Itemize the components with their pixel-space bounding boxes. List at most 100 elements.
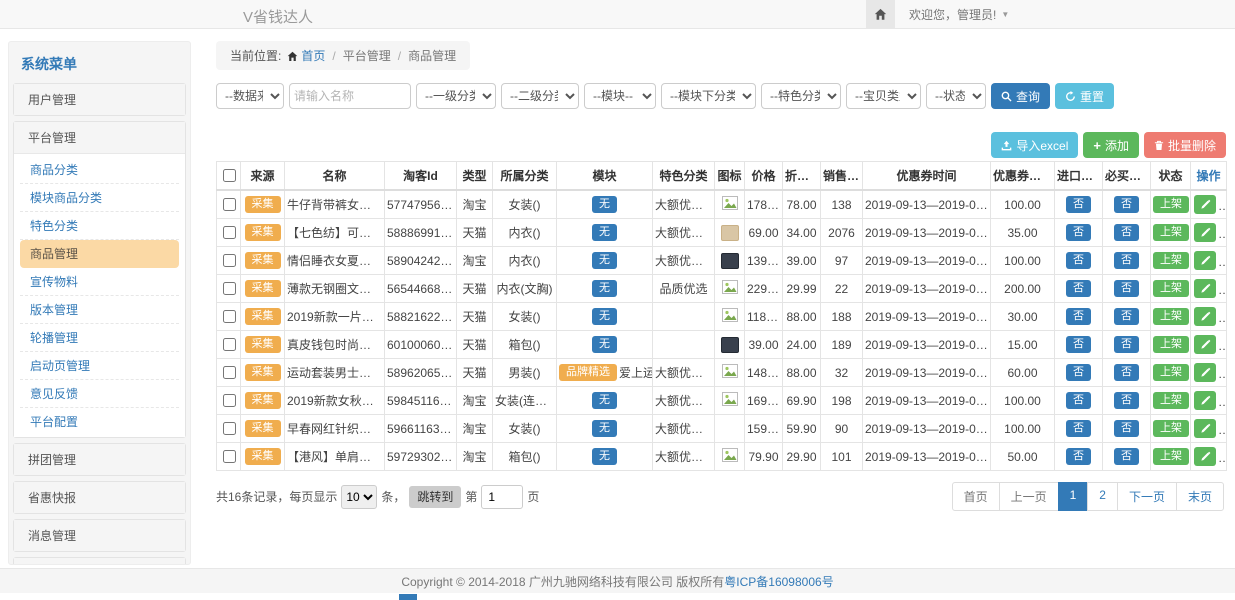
filter-select[interactable]: --宝贝类型-- (846, 83, 921, 109)
select-all-checkbox[interactable] (223, 169, 236, 182)
status-badge[interactable]: 上架 (1153, 420, 1189, 437)
jump-page-input[interactable] (481, 485, 523, 509)
must-buy-toggle[interactable]: 否 (1114, 280, 1139, 297)
must-buy-toggle[interactable]: 否 (1114, 252, 1139, 269)
breadcrumb-home-link[interactable]: 首页 (301, 49, 325, 63)
sidebar-item[interactable]: 意见反馈 (20, 380, 179, 408)
status-badge[interactable]: 上架 (1153, 364, 1189, 381)
sidebar-group-header[interactable]: 消息管理 (14, 520, 185, 551)
must-buy-toggle[interactable]: 否 (1114, 364, 1139, 381)
must-buy-toggle[interactable]: 否 (1114, 336, 1139, 353)
import-select-toggle[interactable]: 否 (1066, 420, 1091, 437)
sidebar-group-header[interactable]: 订单管理 (14, 558, 185, 565)
edit-button[interactable] (1194, 419, 1216, 438)
breadcrumb-item-platform[interactable]: 平台管理 (343, 49, 391, 63)
jump-button[interactable]: 跳转到 (409, 486, 461, 508)
sidebar-item[interactable]: 启动页管理 (20, 352, 179, 380)
row-checkbox[interactable] (223, 394, 236, 407)
module-badge[interactable]: 无 (592, 196, 617, 213)
row-checkbox[interactable] (223, 422, 236, 435)
row-checkbox[interactable] (223, 282, 236, 295)
module-badge[interactable]: 无 (592, 392, 617, 409)
module-badge[interactable]: 无 (592, 420, 617, 437)
icp-link[interactable]: 粤ICP备16098006号 (724, 573, 833, 590)
filter-select[interactable]: --模块下分类-- (661, 83, 756, 109)
sidebar-group-header[interactable]: 省惠快报 (14, 482, 185, 513)
home-button[interactable] (866, 0, 895, 29)
import-select-toggle[interactable]: 否 (1066, 196, 1091, 213)
sidebar-item[interactable]: 模块商品分类 (20, 184, 179, 212)
user-menu[interactable]: 欢迎您，管理员! ▼ (895, 0, 1023, 29)
page-button-2[interactable]: 2 (1087, 482, 1118, 511)
module-badge[interactable]: 无 (592, 252, 617, 269)
row-checkbox[interactable] (223, 254, 236, 267)
import-select-toggle[interactable]: 否 (1066, 252, 1091, 269)
status-badge[interactable]: 上架 (1153, 448, 1189, 465)
sidebar-item[interactable]: 宣传物料 (20, 268, 179, 296)
must-buy-toggle[interactable]: 否 (1114, 224, 1139, 241)
page-button-首页[interactable]: 首页 (952, 482, 1000, 511)
edit-button[interactable] (1194, 447, 1216, 466)
add-button[interactable]: + 添加 (1083, 132, 1139, 158)
search-button[interactable]: 查询 (991, 83, 1050, 109)
import-select-toggle[interactable]: 否 (1066, 224, 1091, 241)
page-button-末页[interactable]: 末页 (1176, 482, 1224, 511)
status-badge[interactable]: 上架 (1153, 224, 1189, 241)
filter-select[interactable]: --状态-- (926, 83, 986, 109)
module-badge[interactable]: 无 (592, 224, 617, 241)
page-button-上一页[interactable]: 上一页 (999, 482, 1059, 511)
sidebar-group-header[interactable]: 平台管理 (14, 122, 185, 153)
status-badge[interactable]: 上架 (1153, 252, 1189, 269)
import-select-toggle[interactable]: 否 (1066, 364, 1091, 381)
import-excel-button[interactable]: 导入excel (991, 132, 1078, 158)
status-badge[interactable]: 上架 (1153, 336, 1189, 353)
must-buy-toggle[interactable]: 否 (1114, 448, 1139, 465)
import-select-toggle[interactable]: 否 (1066, 448, 1091, 465)
sidebar-item[interactable]: 特色分类 (20, 212, 179, 240)
edit-button[interactable] (1194, 363, 1216, 382)
status-badge[interactable]: 上架 (1153, 196, 1189, 213)
status-badge[interactable]: 上架 (1153, 280, 1189, 297)
filter-select[interactable]: --模块-- (584, 83, 656, 109)
edit-button[interactable] (1194, 251, 1216, 270)
import-select-toggle[interactable]: 否 (1066, 336, 1091, 353)
must-buy-toggle[interactable]: 否 (1114, 196, 1139, 213)
row-checkbox[interactable] (223, 450, 236, 463)
module-badge[interactable]: 无 (592, 336, 617, 353)
row-checkbox[interactable] (223, 198, 236, 211)
edit-button[interactable] (1194, 279, 1216, 298)
edit-button[interactable] (1194, 307, 1216, 326)
must-buy-toggle[interactable]: 否 (1114, 392, 1139, 409)
name-search-input[interactable] (289, 83, 411, 109)
module-badge[interactable]: 无 (592, 280, 617, 297)
import-select-toggle[interactable]: 否 (1066, 308, 1091, 325)
module-badge[interactable]: 无 (592, 308, 617, 325)
batch-delete-button[interactable]: 批量删除 (1144, 132, 1226, 158)
must-buy-toggle[interactable]: 否 (1114, 420, 1139, 437)
sidebar-item[interactable]: 商品管理 (20, 240, 179, 268)
per-page-select[interactable]: 10 (341, 485, 377, 509)
page-button-下一页[interactable]: 下一页 (1117, 482, 1177, 511)
row-checkbox[interactable] (223, 310, 236, 323)
status-badge[interactable]: 上架 (1153, 308, 1189, 325)
sidebar-item[interactable]: 平台配置 (20, 408, 179, 435)
sidebar-group-header[interactable]: 拼团管理 (14, 444, 185, 475)
module-badge[interactable]: 无 (592, 448, 617, 465)
edit-button[interactable] (1194, 391, 1216, 410)
status-badge[interactable]: 上架 (1153, 392, 1189, 409)
import-select-toggle[interactable]: 否 (1066, 280, 1091, 297)
filter-select[interactable]: --特色分类-- (761, 83, 841, 109)
edit-button[interactable] (1194, 335, 1216, 354)
page-button-1[interactable]: 1 (1058, 482, 1089, 511)
row-checkbox[interactable] (223, 226, 236, 239)
module-badge[interactable]: 品牌精选 (559, 364, 617, 381)
sidebar-item[interactable]: 轮播管理 (20, 324, 179, 352)
row-checkbox[interactable] (223, 366, 236, 379)
sidebar-group-header[interactable]: 用户管理 (14, 84, 185, 115)
filter-select[interactable]: --一级分类-- (416, 83, 496, 109)
import-select-toggle[interactable]: 否 (1066, 392, 1091, 409)
edit-button[interactable] (1194, 223, 1216, 242)
row-checkbox[interactable] (223, 338, 236, 351)
filter-select[interactable]: --数据来源-- (216, 83, 284, 109)
must-buy-toggle[interactable]: 否 (1114, 308, 1139, 325)
